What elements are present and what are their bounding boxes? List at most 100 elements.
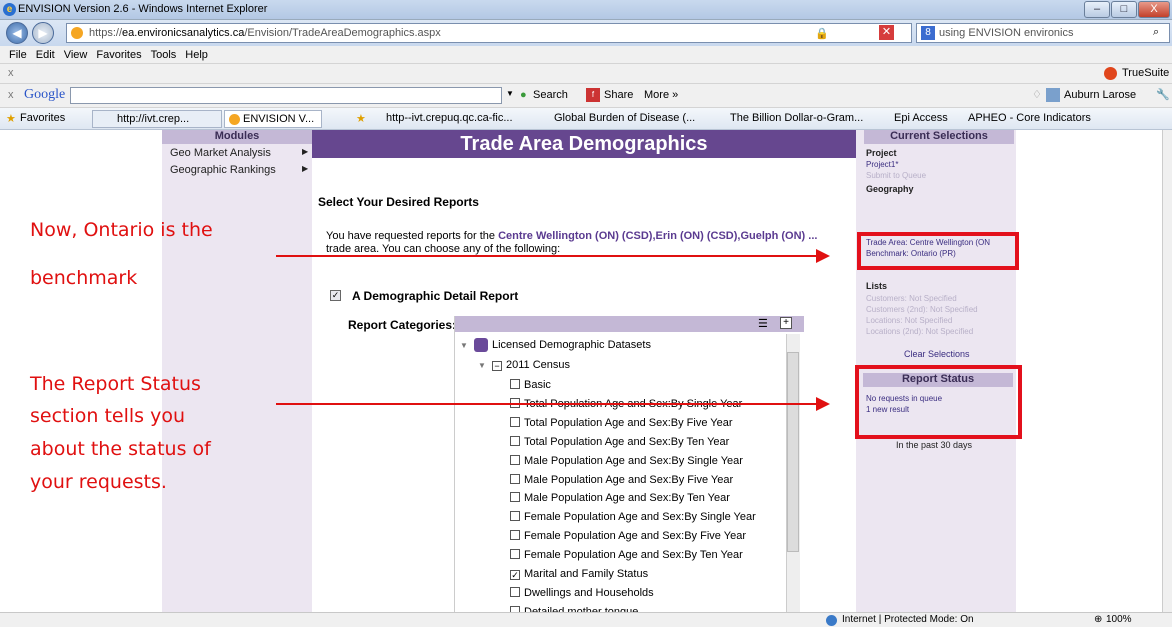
lock-icon[interactable]: 🔒 xyxy=(815,27,829,40)
menu-bar: File Edit View Favorites Tools Help xyxy=(0,46,1172,64)
tree-item-checkbox[interactable] xyxy=(510,473,520,484)
tree-group[interactable]: −2011 Census xyxy=(492,359,570,371)
back-button[interactable]: ◀ xyxy=(6,22,28,44)
zoom-level[interactable]: 100% xyxy=(1106,614,1132,625)
queue-status-link[interactable]: No requests in queue xyxy=(866,394,942,403)
new-result-link[interactable]: 1 new result xyxy=(866,405,909,414)
tree-item-checkbox[interactable] xyxy=(510,530,520,541)
lists-label: Lists xyxy=(866,281,888,291)
favorites-star-icon: ★ xyxy=(6,113,16,125)
module-geographic-rankings[interactable]: Geographic Rankings xyxy=(170,164,276,176)
favorites-button[interactable]: Favorites xyxy=(20,112,65,124)
url-field[interactable]: https://ea.environicsanalytics.ca/Envisi… xyxy=(66,23,912,43)
bell-icon[interactable]: ♢ xyxy=(1032,88,1042,101)
browser-tab-active[interactable]: ENVISION V... xyxy=(224,110,322,128)
security-zone[interactable]: Internet | Protected Mode: On xyxy=(842,614,974,625)
menu-file[interactable]: File xyxy=(9,49,27,61)
page-content: Modules Geo Market Analysis ▶ Geographic… xyxy=(0,130,1172,612)
google-dropdown-icon[interactable]: ▼ xyxy=(506,89,514,98)
tree-scrollbar-thumb[interactable] xyxy=(787,352,799,552)
tree-item-checkbox[interactable] xyxy=(510,549,520,560)
demographic-report-checkbox[interactable]: ✓ xyxy=(330,290,341,301)
tree-item[interactable]: Female Population Age and Sex:By Ten Yea… xyxy=(510,549,743,561)
tree-item[interactable]: Male Population Age and Sex:By Ten Year xyxy=(510,492,730,504)
address-bar: ◀ ▶ https://ea.environicsanalytics.ca/En… xyxy=(0,20,1172,46)
title-bar: e ENVISION Version 2.6 - Windows Interne… xyxy=(0,0,1172,20)
project-label: Project xyxy=(866,148,897,158)
favorite-link[interactable]: Global Burden of Disease (... xyxy=(554,112,695,124)
google-more-button[interactable]: More » xyxy=(644,89,678,101)
select-reports-heading: Select Your Desired Reports xyxy=(318,195,479,209)
menu-tools[interactable]: Tools xyxy=(151,49,177,61)
google-close-icon[interactable]: x xyxy=(8,89,14,101)
google-user-button[interactable]: Auburn Larose xyxy=(1064,89,1136,101)
project-name-link[interactable]: Project1* xyxy=(866,160,898,169)
add-favorite-icon[interactable]: ★ xyxy=(356,112,366,125)
tree-item-label: Total Population Age and Sex:By Five Yea… xyxy=(524,416,733,429)
trade-area-link[interactable]: Trade Area: Centre Wellington (ON xyxy=(866,238,990,247)
chevron-right-icon: ▶ xyxy=(302,164,309,173)
minimize-button[interactable]: – xyxy=(1084,1,1110,18)
favorite-link[interactable]: Epi Access xyxy=(894,112,948,124)
tree-item[interactable]: Total Population Age and Sex:By Five Yea… xyxy=(510,416,733,429)
menu-help[interactable]: Help xyxy=(185,49,208,61)
close-window-button[interactable]: X xyxy=(1138,1,1170,18)
browser-scrollbar[interactable] xyxy=(1162,130,1172,612)
tree-item[interactable]: Female Population Age and Sex:By Five Ye… xyxy=(510,530,746,542)
submit-to-queue-link[interactable]: Submit to Queue xyxy=(866,171,926,180)
locations-2nd-link[interactable]: Locations (2nd): Not Specified xyxy=(866,327,973,336)
tree-item-checkbox[interactable] xyxy=(510,435,520,446)
search-provider-icon: 8 xyxy=(921,26,935,40)
clear-selections-link[interactable]: Clear Selections xyxy=(904,349,970,359)
customers-link[interactable]: Customers: Not Specified xyxy=(866,294,957,303)
stop-icon[interactable]: ✕ xyxy=(879,25,894,40)
menu-favorites[interactable]: Favorites xyxy=(96,49,141,61)
customers-2nd-link[interactable]: Customers (2nd): Not Specified xyxy=(866,305,978,314)
module-geo-market-analysis[interactable]: Geo Market Analysis xyxy=(170,147,271,159)
collapse-icon[interactable]: ▼ xyxy=(460,341,468,350)
tree-item[interactable]: Female Population Age and Sex:By Single … xyxy=(510,511,756,523)
search-field[interactable]: 8 using ENVISION environics ⌕ xyxy=(916,23,1170,43)
menu-view[interactable]: View xyxy=(64,49,88,61)
tree-item-checkbox[interactable] xyxy=(510,511,520,522)
maximize-button[interactable]: □ xyxy=(1111,1,1137,18)
tree-item[interactable]: Total Population Age and Sex:By Ten Year xyxy=(510,435,729,448)
favorite-link[interactable]: http--ivt.crepuq.qc.ca-fic... xyxy=(386,112,513,124)
tree-item-label: Basic xyxy=(524,379,551,391)
tree-item-checkbox[interactable] xyxy=(510,416,520,427)
page-title: Trade Area Demographics xyxy=(312,130,856,158)
favorite-link[interactable]: APHEO - Core Indicators xyxy=(968,112,1091,124)
tree-item[interactable]: Male Population Age and Sex:By Five Year xyxy=(510,473,733,486)
benchmark-link[interactable]: Benchmark: Ontario (PR) xyxy=(866,249,956,258)
tree-item-checkbox[interactable] xyxy=(510,492,520,503)
tree-item-label: Female Population Age and Sex:By Ten Yea… xyxy=(524,549,743,562)
tree-item[interactable]: Basic xyxy=(510,379,551,391)
google-search-input[interactable] xyxy=(70,87,502,104)
annotation-arrowhead xyxy=(816,249,830,263)
share-icon: f xyxy=(586,88,600,102)
tree-root[interactable]: Licensed Demographic Datasets xyxy=(492,339,651,351)
tree-item-checkbox[interactable] xyxy=(510,454,520,465)
tree-item-label: Female Population Age and Sex:By Five Ye… xyxy=(524,530,746,543)
search-icon[interactable]: ⌕ xyxy=(1153,26,1159,39)
tree-item[interactable]: Dwellings and Households xyxy=(510,586,654,599)
tree-item-checkbox[interactable]: ✓ xyxy=(510,570,520,580)
tree-item[interactable]: Male Population Age and Sex:By Single Ye… xyxy=(510,454,743,467)
wrench-icon[interactable]: 🔧 xyxy=(1156,88,1170,101)
google-search-button[interactable]: Search xyxy=(533,89,568,101)
favorite-link[interactable]: The Billion Dollar-o-Gram... xyxy=(730,112,863,124)
collapse-icon[interactable]: ▼ xyxy=(478,361,486,370)
google-search-icon: ● xyxy=(520,89,527,101)
tree-item[interactable]: ✓ Marital and Family Status xyxy=(510,568,648,580)
locations-link[interactable]: Locations: Not Specified xyxy=(866,316,952,325)
menu-edit[interactable]: Edit xyxy=(36,49,55,61)
truesuite-close-icon[interactable]: x xyxy=(8,67,14,79)
tree-item-checkbox[interactable] xyxy=(510,586,520,597)
browser-tab[interactable]: http://ivt.crep... xyxy=(92,110,222,128)
google-share-button[interactable]: Share xyxy=(604,89,633,101)
truesuite-label[interactable]: TrueSuite xyxy=(1122,67,1169,79)
zoom-icon[interactable]: ⊕ xyxy=(1094,614,1102,625)
tree-item-checkbox[interactable] xyxy=(510,379,520,389)
forward-button[interactable]: ▶ xyxy=(32,22,54,44)
annotation-text: your requests. xyxy=(30,471,167,493)
